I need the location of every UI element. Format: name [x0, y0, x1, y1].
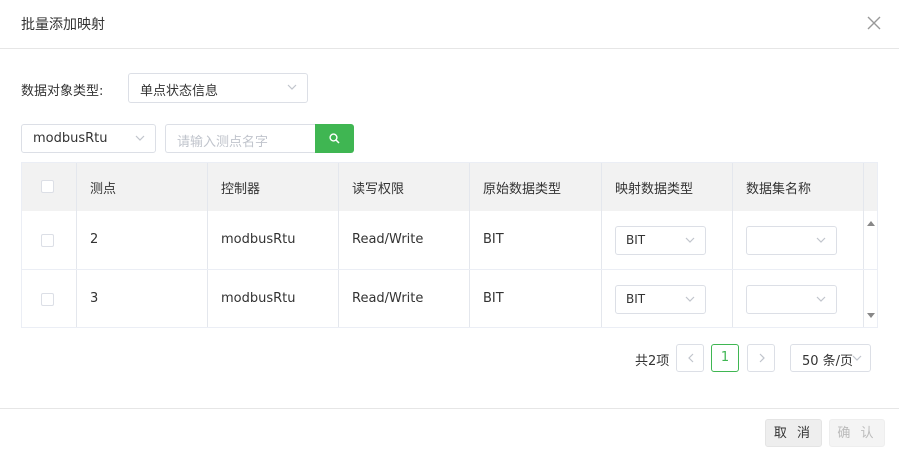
- data-type-value: 单点状态信息: [140, 84, 219, 99]
- chevron-down-icon: [852, 355, 862, 361]
- chevron-down-icon: [816, 296, 826, 302]
- search-placeholder: 请输入测点名字: [177, 135, 269, 150]
- table-row: 3 modbusRtu Read/Write BIT BIT: [22, 270, 877, 327]
- search-icon: [329, 133, 340, 144]
- header-controller: 控制器: [221, 182, 261, 197]
- chevron-down-icon: [816, 237, 826, 243]
- dialog-title: 批量添加映射: [21, 17, 105, 33]
- prev-page-button[interactable]: [676, 344, 704, 372]
- select-all-checkbox[interactable]: [41, 180, 54, 193]
- table-header: 测点 控制器 读写权限 原始数据类型 映射数据类型 数据集名称: [22, 163, 877, 212]
- cell-access: Read/Write: [352, 291, 424, 306]
- header-map-type: 映射数据类型: [615, 182, 694, 197]
- cell-controller: modbusRtu: [221, 232, 296, 247]
- header-raw-type: 原始数据类型: [483, 182, 562, 197]
- search-button[interactable]: [315, 124, 354, 153]
- chevron-down-icon: [287, 84, 297, 90]
- dialog-header: 批量添加映射: [0, 0, 899, 49]
- point-search-input[interactable]: 请输入测点名字: [165, 124, 316, 153]
- pagination-total: 共2项: [635, 354, 670, 369]
- scroll-up-arrow-icon[interactable]: [866, 219, 876, 227]
- close-icon[interactable]: [867, 16, 881, 30]
- batch-mapping-dialog: 批量添加映射 数据对象类型: 单点状态信息 modbusRtu 请输入测点名字 …: [0, 0, 899, 456]
- controller-select[interactable]: modbusRtu: [21, 124, 156, 153]
- row-checkbox[interactable]: [41, 234, 54, 247]
- page-number-button[interactable]: 1: [711, 344, 739, 372]
- dataset-select[interactable]: [746, 285, 837, 314]
- chevron-down-icon: [685, 296, 695, 302]
- cell-point: 3: [90, 291, 99, 306]
- map-type-select[interactable]: BIT: [615, 285, 706, 314]
- chevron-down-icon: [135, 135, 145, 141]
- chevron-left-icon: [688, 353, 694, 363]
- map-type-select[interactable]: BIT: [615, 226, 706, 255]
- header-access: 读写权限: [352, 182, 405, 197]
- cancel-button[interactable]: 取 消: [765, 419, 822, 447]
- table-row: 2 modbusRtu Read/Write BIT BIT: [22, 211, 877, 270]
- controller-value: modbusRtu: [33, 131, 108, 146]
- cell-controller: modbusRtu: [221, 291, 296, 306]
- next-page-button[interactable]: [747, 344, 775, 372]
- dialog-footer: 取 消 确 认: [0, 408, 899, 457]
- header-dataset: 数据集名称: [746, 182, 812, 197]
- header-point: 测点: [90, 182, 117, 197]
- cell-raw-type: BIT: [483, 232, 504, 247]
- header-select-all-cell: [22, 163, 76, 211]
- data-type-label: 数据对象类型:: [21, 84, 104, 99]
- dataset-select[interactable]: [746, 226, 837, 255]
- confirm-button[interactable]: 确 认: [829, 419, 885, 447]
- row-checkbox[interactable]: [41, 293, 54, 306]
- page-size-select[interactable]: 50 条/页: [790, 344, 871, 372]
- data-type-select[interactable]: 单点状态信息: [128, 73, 308, 103]
- cell-access: Read/Write: [352, 232, 424, 247]
- chevron-down-icon: [685, 237, 695, 243]
- cell-point: 2: [90, 232, 99, 247]
- chevron-right-icon: [759, 353, 765, 363]
- points-table: 测点 控制器 读写权限 原始数据类型 映射数据类型 数据集名称 2 modbus…: [21, 162, 878, 328]
- cell-raw-type: BIT: [483, 291, 504, 306]
- scroll-down-arrow-icon[interactable]: [866, 312, 876, 320]
